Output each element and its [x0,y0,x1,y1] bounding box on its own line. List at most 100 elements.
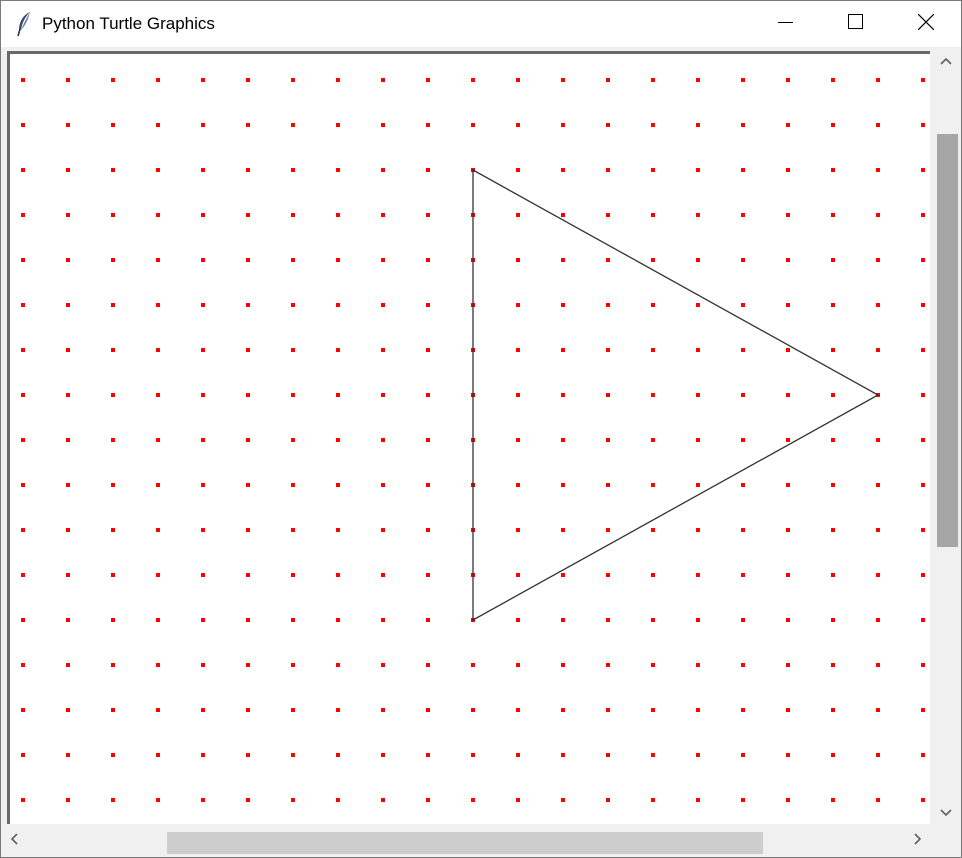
grid-dot [336,213,340,217]
scroll-down-button[interactable] [932,803,960,823]
grid-dot [426,168,430,172]
title-bar[interactable]: Python Turtle Graphics [1,1,961,47]
grid-dot [471,663,475,667]
horizontal-scroll-thumb[interactable] [167,832,763,854]
grid-dot [741,213,745,217]
grid-dot [516,753,520,757]
grid-dot [246,393,250,397]
grid-dot [111,528,115,532]
grid-dot [651,393,655,397]
grid-dot [831,348,835,352]
turtle-canvas[interactable] [7,51,930,824]
grid-dot [291,573,295,577]
grid-dot [606,573,610,577]
grid-dot [201,438,205,442]
grid-dot [336,753,340,757]
grid-dot [606,708,610,712]
grid-dot [21,393,25,397]
grid-dot [831,393,835,397]
grid-dot [291,438,295,442]
grid-dot [786,483,790,487]
grid-dot [291,393,295,397]
grid-dot [201,483,205,487]
grid-dot [381,78,385,82]
grid-dot [921,168,925,172]
grid-dot [696,573,700,577]
minimize-icon [778,14,794,35]
grid-dot [516,393,520,397]
grid-dot [291,663,295,667]
grid-dot [786,213,790,217]
grid-dot [696,123,700,127]
grid-dot [291,258,295,262]
grid-dot [876,798,880,802]
grid-dot [336,798,340,802]
scroll-up-button[interactable] [932,51,960,71]
turtle-window: Python Turtle Graphics [0,0,962,858]
grid-dot [876,753,880,757]
grid-dot [876,618,880,622]
grid-dot [831,753,835,757]
grid-dot [741,438,745,442]
grid-dot [561,213,565,217]
grid-dot [246,348,250,352]
grid-dot [831,483,835,487]
horizontal-scrollbar[interactable] [1,827,933,855]
grid-dot [606,618,610,622]
vertical-scroll-thumb[interactable] [937,134,958,547]
grid-dot [516,663,520,667]
grid-dot [21,348,25,352]
scroll-left-button[interactable] [3,827,25,855]
grid-dot [516,348,520,352]
grid-dot [381,393,385,397]
grid-dot [696,798,700,802]
grid-dot [291,78,295,82]
grid-dot [921,303,925,307]
grid-dot [201,348,205,352]
grid-dot [831,303,835,307]
grid-dot [66,393,70,397]
grid-dot [246,798,250,802]
grid-dot [246,123,250,127]
grid-dot [741,528,745,532]
grid-dot [381,258,385,262]
grid-dot [651,753,655,757]
grid-dot [66,753,70,757]
grid-dot [66,303,70,307]
vertical-scrollbar[interactable] [932,51,960,823]
minimize-button[interactable] [751,1,821,47]
maximize-icon [848,13,864,35]
grid-dot [201,753,205,757]
grid-dot [426,303,430,307]
grid-dot [606,123,610,127]
grid-dot [111,168,115,172]
grid-dot [66,348,70,352]
grid-dot [291,168,295,172]
grid-dot [561,393,565,397]
close-button[interactable] [891,1,961,47]
grid-dot [516,168,520,172]
grid-dot [156,483,160,487]
maximize-button[interactable] [821,1,891,47]
grid-dot [156,573,160,577]
grid-dot [651,348,655,352]
grid-dot [66,798,70,802]
grid-dot [201,258,205,262]
grid-dot [921,483,925,487]
grid-dot [246,618,250,622]
grid-dot [606,438,610,442]
grid-dot [876,348,880,352]
grid-dot [831,663,835,667]
grid-dot [291,213,295,217]
grid-dot [426,708,430,712]
grid-dot [921,438,925,442]
scroll-right-button[interactable] [907,827,929,855]
grid-dot [741,618,745,622]
grid-dot [201,168,205,172]
grid-dot [21,663,25,667]
grid-dot [696,708,700,712]
grid-dot [561,573,565,577]
grid-dot [741,483,745,487]
grid-dot [921,663,925,667]
grid-dot [111,573,115,577]
